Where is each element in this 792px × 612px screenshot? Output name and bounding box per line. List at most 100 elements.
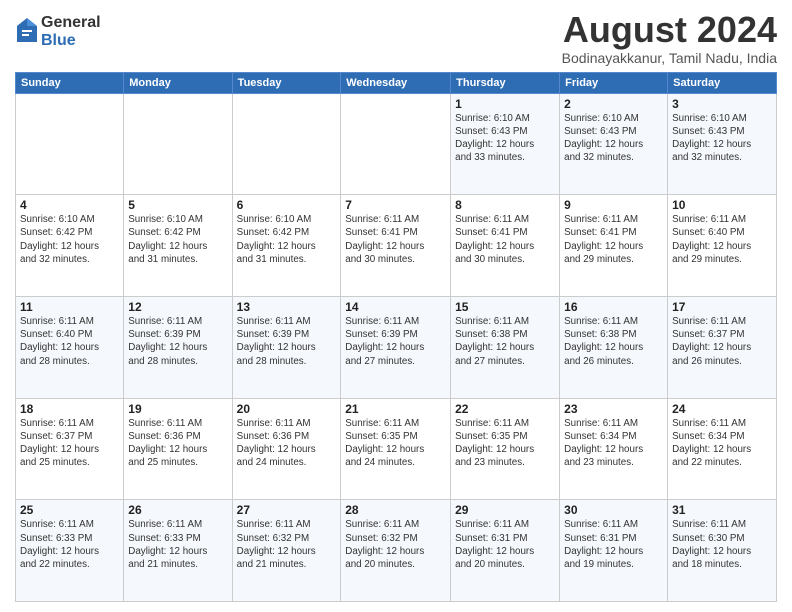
day-number: 21 bbox=[345, 402, 446, 416]
day-info: Sunrise: 6:11 AM Sunset: 6:38 PM Dayligh… bbox=[455, 315, 555, 368]
day-number: 5 bbox=[128, 198, 227, 212]
day-number: 6 bbox=[237, 198, 337, 212]
day-number: 26 bbox=[128, 503, 227, 517]
day-number: 4 bbox=[20, 198, 119, 212]
day-number: 17 bbox=[672, 300, 772, 314]
day-info: Sunrise: 6:11 AM Sunset: 6:39 PM Dayligh… bbox=[345, 315, 446, 368]
weekday-header-tuesday: Tuesday bbox=[232, 72, 341, 93]
title-block: August 2024 Bodinayakkanur, Tamil Nadu, … bbox=[562, 10, 777, 66]
calendar-cell: 19Sunrise: 6:11 AM Sunset: 6:36 PM Dayli… bbox=[124, 398, 232, 500]
calendar-cell: 29Sunrise: 6:11 AM Sunset: 6:31 PM Dayli… bbox=[451, 500, 560, 602]
day-info: Sunrise: 6:11 AM Sunset: 6:38 PM Dayligh… bbox=[564, 315, 663, 368]
day-info: Sunrise: 6:11 AM Sunset: 6:37 PM Dayligh… bbox=[672, 315, 772, 368]
day-number: 20 bbox=[237, 402, 337, 416]
calendar-week-5: 25Sunrise: 6:11 AM Sunset: 6:33 PM Dayli… bbox=[16, 500, 777, 602]
calendar-table: SundayMondayTuesdayWednesdayThursdayFrid… bbox=[15, 72, 777, 602]
day-info: Sunrise: 6:11 AM Sunset: 6:39 PM Dayligh… bbox=[237, 315, 337, 368]
day-info: Sunrise: 6:11 AM Sunset: 6:34 PM Dayligh… bbox=[672, 417, 772, 470]
calendar-week-3: 11Sunrise: 6:11 AM Sunset: 6:40 PM Dayli… bbox=[16, 296, 777, 398]
calendar-cell: 14Sunrise: 6:11 AM Sunset: 6:39 PM Dayli… bbox=[341, 296, 451, 398]
calendar-cell: 11Sunrise: 6:11 AM Sunset: 6:40 PM Dayli… bbox=[16, 296, 124, 398]
day-info: Sunrise: 6:10 AM Sunset: 6:43 PM Dayligh… bbox=[455, 112, 555, 165]
calendar-cell bbox=[232, 93, 341, 195]
calendar-cell: 3Sunrise: 6:10 AM Sunset: 6:43 PM Daylig… bbox=[668, 93, 777, 195]
day-number: 9 bbox=[564, 198, 663, 212]
calendar-cell: 5Sunrise: 6:10 AM Sunset: 6:42 PM Daylig… bbox=[124, 195, 232, 297]
location-subtitle: Bodinayakkanur, Tamil Nadu, India bbox=[562, 50, 777, 66]
day-info: Sunrise: 6:11 AM Sunset: 6:41 PM Dayligh… bbox=[455, 213, 555, 266]
calendar-cell bbox=[16, 93, 124, 195]
calendar-cell: 23Sunrise: 6:11 AM Sunset: 6:34 PM Dayli… bbox=[560, 398, 668, 500]
calendar-cell: 16Sunrise: 6:11 AM Sunset: 6:38 PM Dayli… bbox=[560, 296, 668, 398]
weekday-header-friday: Friday bbox=[560, 72, 668, 93]
day-number: 10 bbox=[672, 198, 772, 212]
calendar-cell: 8Sunrise: 6:11 AM Sunset: 6:41 PM Daylig… bbox=[451, 195, 560, 297]
logo: General Blue bbox=[15, 14, 101, 49]
day-number: 24 bbox=[672, 402, 772, 416]
calendar-cell: 10Sunrise: 6:11 AM Sunset: 6:40 PM Dayli… bbox=[668, 195, 777, 297]
day-info: Sunrise: 6:11 AM Sunset: 6:33 PM Dayligh… bbox=[20, 518, 119, 571]
day-info: Sunrise: 6:10 AM Sunset: 6:43 PM Dayligh… bbox=[564, 112, 663, 165]
day-number: 19 bbox=[128, 402, 227, 416]
calendar-cell: 26Sunrise: 6:11 AM Sunset: 6:33 PM Dayli… bbox=[124, 500, 232, 602]
calendar-cell: 4Sunrise: 6:10 AM Sunset: 6:42 PM Daylig… bbox=[16, 195, 124, 297]
calendar-cell: 24Sunrise: 6:11 AM Sunset: 6:34 PM Dayli… bbox=[668, 398, 777, 500]
day-number: 3 bbox=[672, 97, 772, 111]
day-number: 2 bbox=[564, 97, 663, 111]
day-info: Sunrise: 6:11 AM Sunset: 6:41 PM Dayligh… bbox=[564, 213, 663, 266]
calendar-cell: 21Sunrise: 6:11 AM Sunset: 6:35 PM Dayli… bbox=[341, 398, 451, 500]
weekday-header-sunday: Sunday bbox=[16, 72, 124, 93]
day-number: 14 bbox=[345, 300, 446, 314]
calendar-cell: 28Sunrise: 6:11 AM Sunset: 6:32 PM Dayli… bbox=[341, 500, 451, 602]
day-info: Sunrise: 6:11 AM Sunset: 6:32 PM Dayligh… bbox=[237, 518, 337, 571]
calendar-cell: 27Sunrise: 6:11 AM Sunset: 6:32 PM Dayli… bbox=[232, 500, 341, 602]
logo-general-text: General bbox=[41, 14, 101, 32]
calendar-cell: 18Sunrise: 6:11 AM Sunset: 6:37 PM Dayli… bbox=[16, 398, 124, 500]
weekday-header-thursday: Thursday bbox=[451, 72, 560, 93]
day-info: Sunrise: 6:10 AM Sunset: 6:42 PM Dayligh… bbox=[20, 213, 119, 266]
weekday-header-wednesday: Wednesday bbox=[341, 72, 451, 93]
logo-text: General Blue bbox=[41, 14, 101, 49]
weekday-header-monday: Monday bbox=[124, 72, 232, 93]
day-info: Sunrise: 6:10 AM Sunset: 6:43 PM Dayligh… bbox=[672, 112, 772, 165]
calendar-cell bbox=[341, 93, 451, 195]
weekday-header-row: SundayMondayTuesdayWednesdayThursdayFrid… bbox=[16, 72, 777, 93]
calendar-cell: 12Sunrise: 6:11 AM Sunset: 6:39 PM Dayli… bbox=[124, 296, 232, 398]
day-info: Sunrise: 6:11 AM Sunset: 6:36 PM Dayligh… bbox=[237, 417, 337, 470]
calendar-cell: 1Sunrise: 6:10 AM Sunset: 6:43 PM Daylig… bbox=[451, 93, 560, 195]
day-info: Sunrise: 6:11 AM Sunset: 6:32 PM Dayligh… bbox=[345, 518, 446, 571]
day-number: 15 bbox=[455, 300, 555, 314]
day-number: 13 bbox=[237, 300, 337, 314]
day-number: 18 bbox=[20, 402, 119, 416]
calendar-cell bbox=[124, 93, 232, 195]
day-number: 1 bbox=[455, 97, 555, 111]
day-info: Sunrise: 6:11 AM Sunset: 6:40 PM Dayligh… bbox=[20, 315, 119, 368]
calendar-cell: 7Sunrise: 6:11 AM Sunset: 6:41 PM Daylig… bbox=[341, 195, 451, 297]
day-info: Sunrise: 6:11 AM Sunset: 6:33 PM Dayligh… bbox=[128, 518, 227, 571]
day-info: Sunrise: 6:10 AM Sunset: 6:42 PM Dayligh… bbox=[237, 213, 337, 266]
day-number: 8 bbox=[455, 198, 555, 212]
day-info: Sunrise: 6:11 AM Sunset: 6:36 PM Dayligh… bbox=[128, 417, 227, 470]
day-number: 12 bbox=[128, 300, 227, 314]
day-info: Sunrise: 6:11 AM Sunset: 6:31 PM Dayligh… bbox=[564, 518, 663, 571]
calendar-cell: 13Sunrise: 6:11 AM Sunset: 6:39 PM Dayli… bbox=[232, 296, 341, 398]
day-number: 7 bbox=[345, 198, 446, 212]
day-info: Sunrise: 6:11 AM Sunset: 6:35 PM Dayligh… bbox=[345, 417, 446, 470]
day-number: 27 bbox=[237, 503, 337, 517]
calendar-cell: 15Sunrise: 6:11 AM Sunset: 6:38 PM Dayli… bbox=[451, 296, 560, 398]
day-info: Sunrise: 6:11 AM Sunset: 6:30 PM Dayligh… bbox=[672, 518, 772, 571]
day-number: 11 bbox=[20, 300, 119, 314]
weekday-header-saturday: Saturday bbox=[668, 72, 777, 93]
calendar-cell: 6Sunrise: 6:10 AM Sunset: 6:42 PM Daylig… bbox=[232, 195, 341, 297]
month-title: August 2024 bbox=[562, 10, 777, 50]
calendar-cell: 17Sunrise: 6:11 AM Sunset: 6:37 PM Dayli… bbox=[668, 296, 777, 398]
day-info: Sunrise: 6:11 AM Sunset: 6:35 PM Dayligh… bbox=[455, 417, 555, 470]
day-number: 23 bbox=[564, 402, 663, 416]
day-number: 28 bbox=[345, 503, 446, 517]
day-info: Sunrise: 6:11 AM Sunset: 6:37 PM Dayligh… bbox=[20, 417, 119, 470]
day-info: Sunrise: 6:11 AM Sunset: 6:41 PM Dayligh… bbox=[345, 213, 446, 266]
calendar-week-2: 4Sunrise: 6:10 AM Sunset: 6:42 PM Daylig… bbox=[16, 195, 777, 297]
day-number: 22 bbox=[455, 402, 555, 416]
day-number: 31 bbox=[672, 503, 772, 517]
day-info: Sunrise: 6:11 AM Sunset: 6:34 PM Dayligh… bbox=[564, 417, 663, 470]
